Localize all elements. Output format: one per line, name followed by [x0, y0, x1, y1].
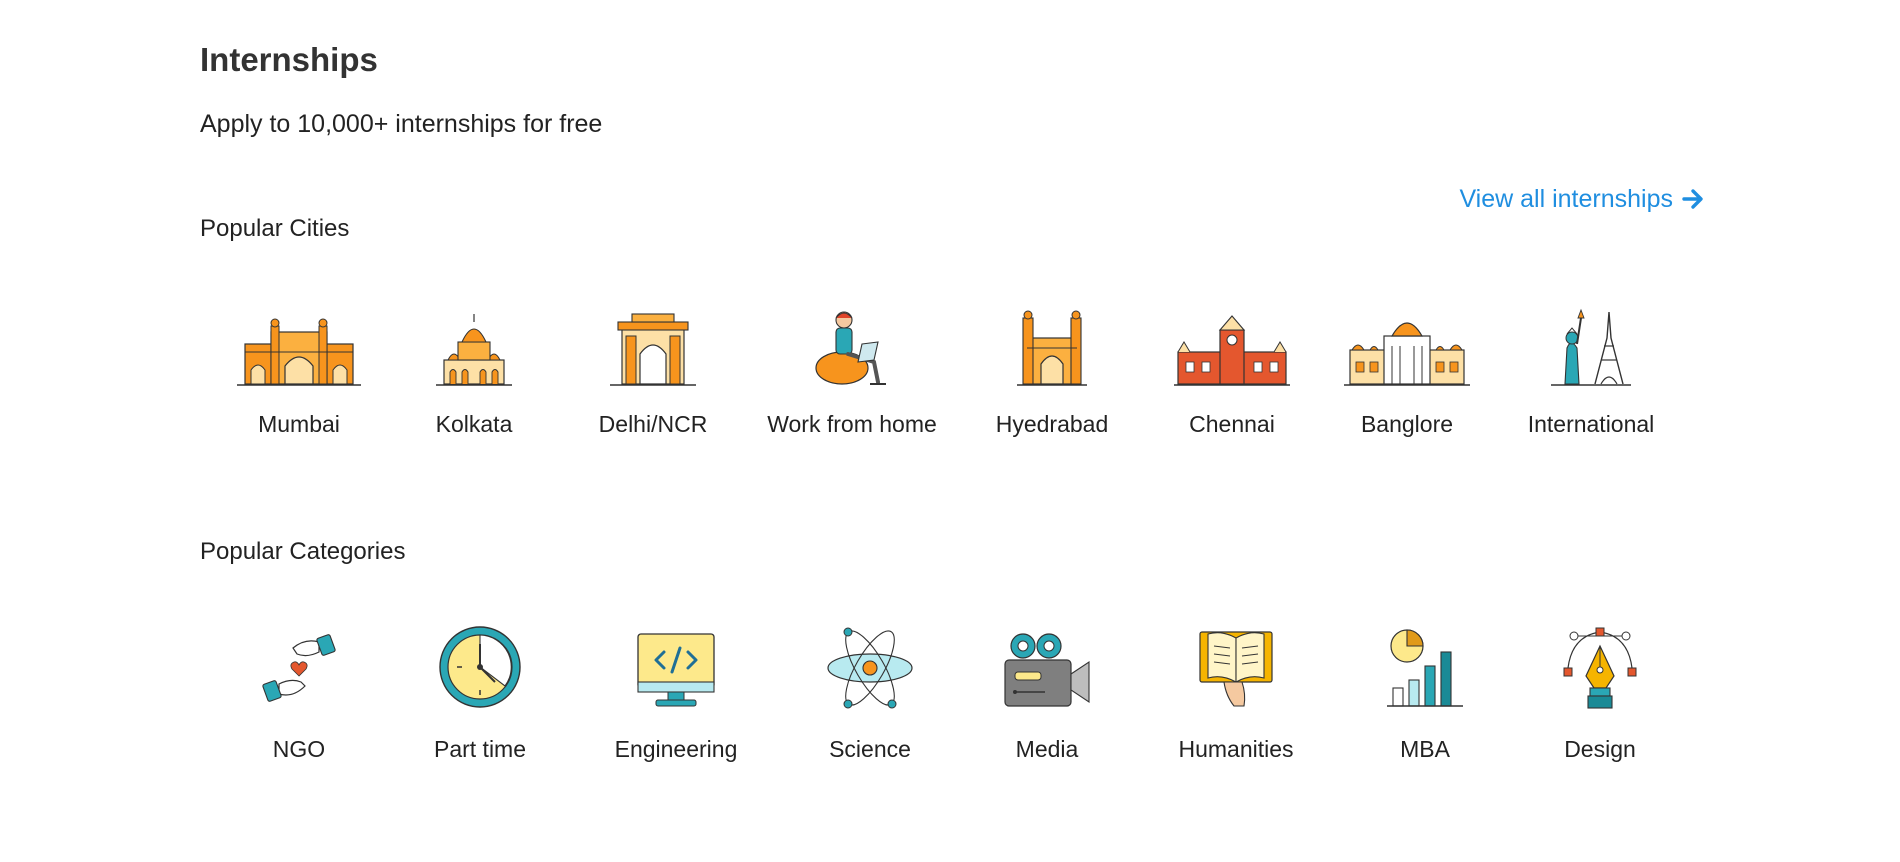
bar-chart-icon [1360, 620, 1490, 710]
popular-cities-title: Popular Cities [200, 215, 350, 242]
category-design[interactable]: Design [1510, 620, 1690, 763]
category-label: NGO [272, 736, 326, 762]
city-label: Work from home [767, 411, 937, 437]
city-label: Delhi/NCR [598, 411, 708, 437]
category-humanities[interactable]: Humanities [1146, 620, 1326, 763]
category-label: Part time [433, 736, 527, 762]
pen-tool-icon [1535, 620, 1665, 710]
page-title: Internships [200, 41, 378, 78]
chennai-central-icon [1167, 302, 1297, 388]
category-label: MBA [1400, 736, 1450, 762]
internships-page: Internships Apply to 10,000+ internships… [0, 0, 1900, 862]
category-ngo[interactable]: NGO [209, 620, 389, 763]
category-label: Media [1015, 736, 1079, 762]
view-all-internships-link[interactable]: View all internships [1459, 184, 1705, 214]
city-label: Chennai [1189, 411, 1275, 437]
popular-categories-title: Popular Categories [200, 538, 406, 565]
city-international[interactable]: International [1501, 302, 1681, 438]
gateway-of-india-icon [234, 302, 364, 388]
city-delhi-ncr[interactable]: Delhi/NCR [563, 302, 743, 438]
city-chennai[interactable]: Chennai [1142, 302, 1322, 438]
city-label: Mumbai [258, 411, 340, 437]
category-media[interactable]: Media [957, 620, 1137, 763]
city-mumbai[interactable]: Mumbai [209, 302, 389, 438]
city-hyderabad[interactable]: Hyedrabad [962, 302, 1142, 438]
dakshineswar-temple-icon [409, 302, 539, 388]
view-all-internships-label: View all internships [1459, 185, 1673, 213]
open-book-icon [1171, 620, 1301, 710]
category-label: Humanities [1178, 736, 1294, 762]
person-with-laptop-icon [787, 302, 917, 388]
city-label: Hyedrabad [995, 411, 1109, 437]
city-kolkata[interactable]: Kolkata [384, 302, 564, 438]
category-label: Engineering [614, 736, 738, 762]
charminar-icon [987, 302, 1117, 388]
category-label: Design [1564, 736, 1636, 762]
clock-icon [415, 620, 545, 710]
city-bangalore[interactable]: Banglore [1317, 302, 1497, 438]
category-label: Science [829, 736, 911, 762]
city-label: International [1527, 411, 1655, 437]
category-mba[interactable]: MBA [1335, 620, 1515, 763]
category-engineering[interactable]: Engineering [586, 620, 766, 763]
helping-hands-icon [234, 620, 364, 710]
internships-section: Internships Apply to 10,000+ internships… [200, 0, 1705, 862]
atom-icon [805, 620, 935, 710]
arrow-right-icon [1682, 189, 1703, 209]
city-work-from-home[interactable]: Work from home [762, 302, 942, 438]
india-gate-icon [588, 302, 718, 388]
video-camera-icon [982, 620, 1112, 710]
city-label: Kolkata [435, 411, 513, 437]
page-subtitle: Apply to 10,000+ internships for free [200, 110, 603, 138]
statue-of-liberty-eiffel-icon [1526, 302, 1656, 388]
city-label: Banglore [1360, 411, 1454, 437]
category-part-time[interactable]: Part time [390, 620, 570, 763]
vidhana-soudha-icon [1342, 302, 1472, 388]
code-monitor-icon [611, 620, 741, 710]
category-science[interactable]: Science [780, 620, 960, 763]
